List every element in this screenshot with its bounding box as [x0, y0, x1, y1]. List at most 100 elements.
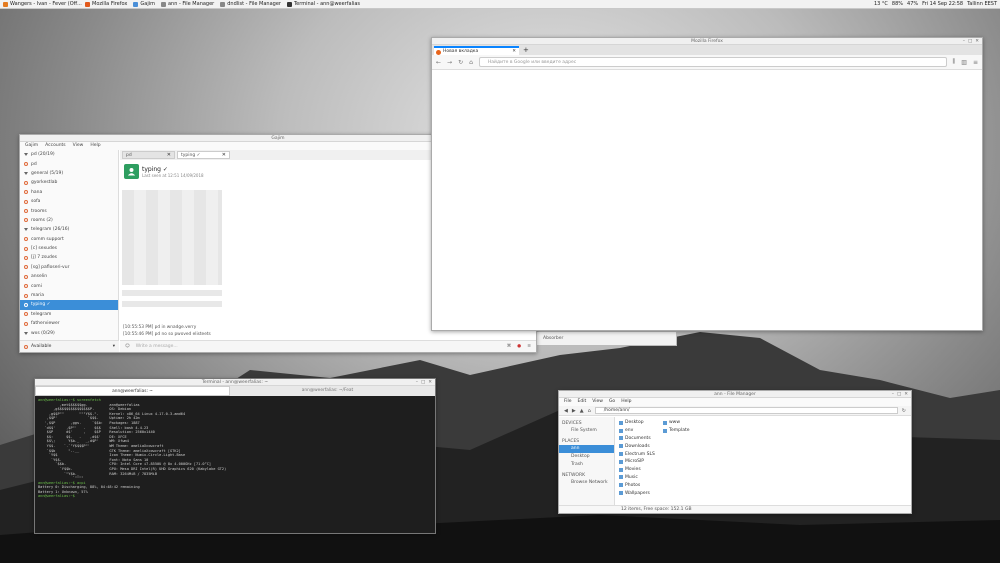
- folder-item[interactable]: Electrum SLS: [619, 450, 655, 458]
- forward-icon[interactable]: →: [447, 59, 452, 66]
- roster-group[interactable]: general (5/19): [20, 169, 118, 178]
- roster-contact[interactable]: gyorkestlab: [20, 178, 118, 187]
- folder-item[interactable]: Template: [663, 427, 690, 435]
- background-window-strip[interactable]: Absorber: [536, 331, 677, 346]
- sidebar-item-desktop[interactable]: Desktop: [559, 453, 614, 461]
- roster-contact[interactable]: fatherviewer: [20, 319, 118, 328]
- folder-item[interactable]: env: [619, 427, 655, 435]
- close-icon[interactable]: ✕: [428, 379, 432, 386]
- home-icon[interactable]: ⌂: [588, 408, 591, 414]
- roster-contact[interactable]: pd: [20, 159, 118, 168]
- menu-item-view[interactable]: View: [592, 398, 603, 406]
- file-manager-titlebar[interactable]: ann - File Manager – □ ✕: [559, 391, 911, 398]
- roster-contact[interactable]: comi: [20, 281, 118, 290]
- menu-item-go[interactable]: Go: [609, 398, 615, 406]
- folder-item[interactable]: Documents: [619, 435, 655, 443]
- menu-item-edit[interactable]: Edit: [578, 398, 587, 406]
- battery-indicator[interactable]: 88%: [892, 1, 903, 7]
- sidebar-item-filesystem[interactable]: File System: [559, 427, 614, 435]
- attach-icon[interactable]: ⌘: [507, 344, 512, 349]
- close-tab-icon[interactable]: ✕: [167, 152, 171, 159]
- close-tab-icon[interactable]: ✕: [222, 152, 226, 159]
- menu-item-view[interactable]: View: [73, 142, 84, 150]
- hamburger-menu-icon[interactable]: ≡: [973, 59, 978, 66]
- roster-contact[interactable]: trooms: [20, 206, 118, 215]
- firefox-titlebar[interactable]: Mozilla Firefox – □ ✕: [432, 38, 982, 45]
- menu-item-help[interactable]: Help: [621, 398, 631, 406]
- taskbar-item[interactable]: Gajim: [130, 0, 158, 9]
- home-icon[interactable]: ⌂: [469, 59, 473, 66]
- terminal-tab[interactable]: ann@weerfalias: ~/Feat: [230, 386, 425, 396]
- chat-tab[interactable]: pd ✕: [122, 151, 175, 159]
- url-bar[interactable]: Найдите в Google или введите адрес: [478, 57, 947, 67]
- sidebar-item-home[interactable]: ann: [559, 445, 614, 453]
- maximize-icon[interactable]: □: [421, 379, 425, 386]
- path-bar[interactable]: /home/ann/: [594, 407, 898, 414]
- back-icon[interactable]: ←: [436, 59, 441, 66]
- roster-contact[interactable]: maria: [20, 291, 118, 300]
- taskbar-item[interactable]: Terminal - ann@weerfalias: [284, 0, 362, 9]
- user-icon: [127, 167, 136, 176]
- taskbar-item[interactable]: dndlist - File Manager: [217, 0, 284, 9]
- roster-contact[interactable]: [c] sexudes: [20, 244, 118, 253]
- close-icon[interactable]: ✕: [975, 38, 979, 45]
- menu-icon[interactable]: ≡: [527, 344, 531, 349]
- emoji-icon[interactable]: ☺: [125, 344, 130, 349]
- menu-item-file[interactable]: File: [564, 398, 572, 406]
- terminal-output[interactable]: ann@weerfalias:~$ screenfetch ,met$$$$$$…: [35, 396, 435, 533]
- roster-contact[interactable]: anselin: [20, 272, 118, 281]
- browser-tab[interactable]: Новая вкладка ✕: [434, 46, 519, 55]
- reload-icon[interactable]: ↻: [458, 59, 463, 66]
- chat-tab[interactable]: typing ✓ ✕: [177, 151, 230, 159]
- folder-item[interactable]: MicroSIP: [619, 458, 655, 466]
- maximize-icon[interactable]: □: [968, 38, 972, 45]
- taskbar-item[interactable]: ann - File Manager: [158, 0, 217, 9]
- terminal-tab[interactable]: ann@weerfalias: ~: [35, 386, 230, 396]
- folder-item[interactable]: Wallpapers: [619, 489, 655, 497]
- roster-contact[interactable]: sofa: [20, 197, 118, 206]
- send-icon[interactable]: ●: [517, 344, 521, 349]
- roster-group[interactable]: telegram (26/16): [20, 225, 118, 234]
- roster-contact[interactable]: rooms (2): [20, 216, 118, 225]
- folder-item[interactable]: Downloads: [619, 442, 655, 450]
- roster-contact[interactable]: [sg] pafloseri-vur: [20, 263, 118, 272]
- sidebar-item-trash[interactable]: Trash: [559, 461, 614, 469]
- folder-item[interactable]: Music: [619, 474, 655, 482]
- roster-contact[interactable]: [j] 7 zsudes: [20, 253, 118, 262]
- clock[interactable]: Fri 14 Sep 22:58: [922, 1, 963, 7]
- menu-item-gajim[interactable]: Gajim: [25, 142, 38, 150]
- sidebar-item-browse-network[interactable]: Browse Network: [559, 479, 614, 487]
- library-icon[interactable]: ⫼: [953, 58, 956, 66]
- folder-item[interactable]: Photos: [619, 481, 655, 489]
- folder-item[interactable]: www: [663, 419, 690, 427]
- back-icon[interactable]: ◀: [564, 408, 568, 414]
- close-icon[interactable]: ✕: [904, 391, 908, 398]
- up-icon[interactable]: ▲: [580, 408, 584, 414]
- message-input[interactable]: ☺ Write a message... ⌘ ● ≡: [120, 340, 536, 352]
- menu-item-help[interactable]: Help: [90, 142, 100, 150]
- minimize-icon[interactable]: –: [963, 38, 965, 45]
- roster-contact[interactable]: hana: [20, 188, 118, 197]
- close-tab-icon[interactable]: ✕: [512, 48, 516, 55]
- terminal-titlebar[interactable]: Terminal - ann@weerfalias: ~ – □ ✕: [35, 379, 435, 386]
- reload-icon[interactable]: ↻: [902, 408, 906, 414]
- roster-contact[interactable]: telegram: [20, 310, 118, 319]
- minimize-icon[interactable]: –: [416, 379, 418, 386]
- minimize-icon[interactable]: –: [892, 391, 894, 398]
- weather-indicator[interactable]: 13 °C: [874, 1, 888, 7]
- folder-item[interactable]: Movies: [619, 466, 655, 474]
- taskbar-item[interactable]: Mozilla Firefox: [82, 0, 130, 9]
- roster-contact[interactable]: comm support: [20, 235, 118, 244]
- sidebar-icon[interactable]: ▥: [961, 59, 967, 66]
- taskbar-item[interactable]: Wangers - Ivan - Fever (Off...: [0, 0, 82, 9]
- roster-contact[interactable]: typing ✓: [20, 300, 118, 310]
- volume-indicator[interactable]: 47%: [907, 1, 918, 7]
- folder-item[interactable]: Desktop: [619, 419, 655, 427]
- status-selector[interactable]: Available ▾: [20, 340, 119, 352]
- menu-item-accounts[interactable]: Accounts: [45, 142, 66, 150]
- maximize-icon[interactable]: □: [897, 391, 901, 398]
- roster-group[interactable]: pd (20/19): [20, 150, 118, 159]
- forward-icon[interactable]: ▶: [572, 408, 576, 414]
- new-tab-icon[interactable]: +: [523, 46, 529, 55]
- roster-group[interactable]: wxs (0/29): [20, 328, 118, 337]
